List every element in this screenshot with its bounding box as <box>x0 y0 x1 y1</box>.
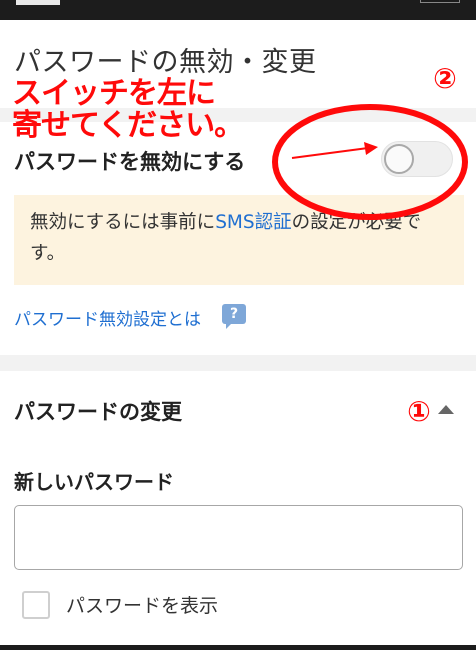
sms-auth-link[interactable]: SMS認証 <box>215 212 291 233</box>
annotation-arrow-head <box>364 142 378 155</box>
bottom-bar <box>0 645 476 650</box>
sms-notice: 無効にするには事前にSMS認証の設定が必要です。 <box>14 195 464 285</box>
show-password-label[interactable]: パスワードを表示 <box>66 591 218 618</box>
marker-2: ② <box>433 62 457 95</box>
toggle-knob[interactable] <box>384 144 414 174</box>
chevron-up-icon[interactable] <box>438 405 454 414</box>
menu-button[interactable] <box>420 0 460 3</box>
section-divider-2 <box>0 355 476 371</box>
annotation-instruction: スイッチを左に 寄せてください。 <box>12 78 282 142</box>
help-icon[interactable]: ? <box>222 304 246 329</box>
new-password-input[interactable] <box>14 505 463 570</box>
page-title: パスワードの無効・変更 <box>14 47 317 78</box>
site-logo[interactable] <box>16 0 60 5</box>
annotation-line-1: スイッチを左に <box>12 76 216 111</box>
change-password-title[interactable]: パスワードの変更 <box>14 396 182 426</box>
about-disable-link[interactable]: パスワード無効設定とは <box>14 305 201 330</box>
annotation-arrow-line <box>291 147 369 159</box>
disable-password-toggle[interactable] <box>381 141 453 177</box>
top-header <box>0 0 476 20</box>
show-password-checkbox[interactable] <box>22 591 50 619</box>
new-password-label: 新しいパスワード <box>14 470 174 494</box>
notice-text-before: 無効にするには事前に <box>30 212 216 233</box>
annotation-line-2: 寄せてください。 <box>12 108 244 143</box>
disable-password-label: パスワードを無効にする <box>14 150 246 174</box>
marker-1: ① <box>407 395 431 428</box>
